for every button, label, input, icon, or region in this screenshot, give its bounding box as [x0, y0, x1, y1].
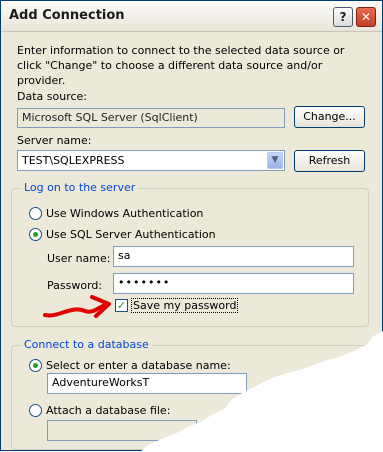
- torn-edge-overlay: [140, 330, 383, 452]
- add-connection-dialog: Add Connection ? ✕ Enter information to …: [0, 0, 383, 452]
